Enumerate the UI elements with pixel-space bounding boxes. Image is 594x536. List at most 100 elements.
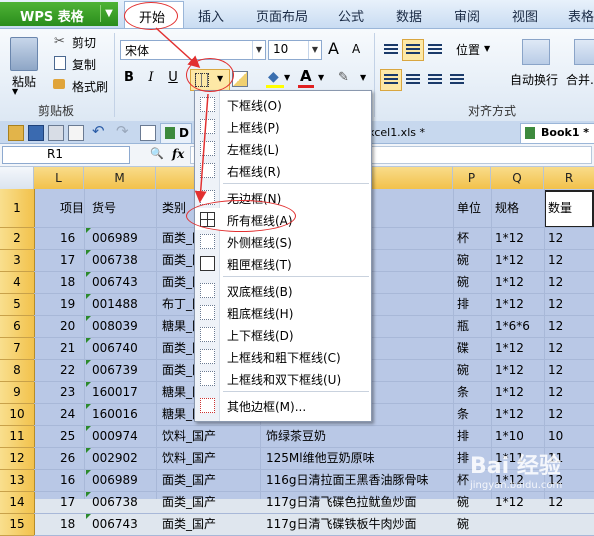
align-right-button[interactable] <box>424 69 446 91</box>
cell-q[interactable]: 1*12 <box>493 250 524 271</box>
copy-button[interactable]: 复制 <box>72 56 96 73</box>
row-header[interactable]: 10 <box>0 404 35 426</box>
cell-d[interactable]: 饰绿茶豆奶 <box>262 426 456 447</box>
cell-q[interactable]: 1*12 <box>493 338 524 359</box>
cell-l[interactable]: 19 <box>48 294 75 315</box>
cell-p[interactable]: 碗 <box>455 514 469 535</box>
cell-l[interactable]: 18 <box>48 272 75 293</box>
column-header-p[interactable]: P <box>453 167 491 189</box>
table-row[interactable]: 25 000974 饮料_国产 饰绿茶豆奶排 1*10 10 <box>34 426 594 448</box>
column-header-m[interactable]: M <box>84 167 156 189</box>
paste-icon[interactable] <box>10 37 38 71</box>
font-color-icon[interactable]: A <box>300 67 312 85</box>
row-header[interactable]: 4 <box>0 272 35 294</box>
chevron-down-icon[interactable]: ▼ <box>284 73 290 82</box>
wps-logo-button[interactable]: WPS 表格 ▼ <box>0 2 118 26</box>
chevron-down-icon[interactable]: ▼ <box>360 73 366 82</box>
cell-p[interactable]: 条 <box>455 404 469 425</box>
table-row[interactable]: 18 006743 面类_国产 117g日清飞碟铁板牛肉炒面碗 <box>34 514 594 536</box>
cell-m[interactable]: 006738 <box>86 250 138 271</box>
tab-formula[interactable]: 公式 <box>338 6 364 25</box>
menu-item-thick-box-border[interactable]: 粗匣框线(T) <box>195 252 371 274</box>
cell-p[interactable]: 碟 <box>455 338 469 359</box>
name-box[interactable]: R1 <box>2 146 130 164</box>
cell-m[interactable]: 006743 <box>86 514 138 535</box>
cell-m[interactable]: 006739 <box>86 360 138 381</box>
cell-p[interactable]: 杯 <box>455 228 469 249</box>
cell-q[interactable]: 1*12 <box>493 272 524 293</box>
cell-l[interactable]: 20 <box>48 316 75 337</box>
cell-l[interactable]: 24 <box>48 404 75 425</box>
chevron-down-icon[interactable]: ▼ <box>252 41 265 59</box>
cell-p[interactable]: 碗 <box>455 360 469 381</box>
menu-item-outside-borders[interactable]: 外侧框线(S) <box>195 230 371 252</box>
menu-item-top-bottom-border[interactable]: 上下框线(D) <box>195 323 371 345</box>
fill-color-icon[interactable]: ◆ <box>268 69 279 85</box>
clear-format-icon[interactable]: ✎ <box>338 70 349 85</box>
open-folder-icon[interactable] <box>8 125 24 141</box>
paste-dropdown-icon[interactable]: ▼ <box>12 87 18 96</box>
cell-p[interactable]: 排 <box>455 294 469 315</box>
print-preview-icon[interactable] <box>68 125 84 141</box>
tab-review[interactable]: 审阅 <box>454 6 480 25</box>
cell-l[interactable]: 22 <box>48 360 75 381</box>
row-header[interactable]: 1 <box>0 189 35 228</box>
app-menu-arrow-icon[interactable]: ▼ <box>100 5 117 22</box>
cell-q[interactable]: 1*12 <box>493 360 524 381</box>
wrap-text-icon[interactable] <box>522 39 550 65</box>
cell-r[interactable]: 12 <box>546 250 563 271</box>
row-header[interactable]: 6 <box>0 316 35 338</box>
merge-button[interactable]: 合并. <box>566 71 594 88</box>
redo-icon[interactable]: ↷ <box>116 122 129 140</box>
cell-p[interactable]: 单位 <box>455 189 481 227</box>
grow-font-button[interactable]: A <box>328 39 339 58</box>
tab-table[interactable]: 表格 <box>568 6 594 25</box>
cell-m[interactable]: 006989 <box>86 228 138 249</box>
cell-d[interactable]: 117g日清飞碟色拉鱿鱼炒面 <box>262 492 456 513</box>
align-top-button[interactable] <box>380 39 402 61</box>
cell-p[interactable]: 瓶 <box>455 316 469 337</box>
cell-d[interactable]: 117g日清飞碟铁板牛肉炒面 <box>262 514 456 535</box>
cell-p[interactable]: 碗 <box>455 250 469 271</box>
cell-r[interactable]: 12 <box>546 404 563 425</box>
tab-page-layout[interactable]: 页面布局 <box>256 6 308 25</box>
align-middle-button[interactable] <box>402 39 424 61</box>
distributed-button[interactable] <box>446 69 468 91</box>
cell-l[interactable]: 18 <box>48 514 75 535</box>
chevron-down-icon[interactable]: ▼ <box>318 73 324 82</box>
cell-p[interactable]: 碗 <box>455 272 469 293</box>
cell-p[interactable]: 杯 <box>455 470 469 491</box>
cell-m[interactable]: 006743 <box>86 272 138 293</box>
cell-l[interactable]: 16 <box>48 228 75 249</box>
cell-r[interactable]: 12 <box>546 228 563 249</box>
cell-l[interactable]: 16 <box>48 470 75 491</box>
undo-icon[interactable]: ↶ <box>92 122 105 140</box>
tab-insert[interactable]: 插入 <box>198 6 224 25</box>
shrink-font-button[interactable]: A <box>352 42 360 56</box>
cell-q[interactable]: 1*12 <box>493 228 524 249</box>
cell-c[interactable]: 饮料_国产 <box>158 448 216 469</box>
row-header[interactable]: 13 <box>0 470 35 492</box>
cell-d[interactable]: 125Ml维他豆奶原味 <box>262 448 456 469</box>
font-size-combo[interactable]: 10 ▼ <box>268 40 322 60</box>
cell-q[interactable]: 1*12 <box>493 404 524 425</box>
row-header[interactable]: 5 <box>0 294 35 316</box>
cell-q[interactable]: 1*12 <box>493 294 524 315</box>
cell-c[interactable]: 面类_国产 <box>158 492 216 513</box>
row-header[interactable]: 2 <box>0 228 35 250</box>
cell-q[interactable]: 1*12 <box>493 382 524 403</box>
cell-r[interactable]: 10 <box>546 426 563 447</box>
cell-r[interactable]: 12 <box>546 294 563 315</box>
cell-l[interactable]: 21 <box>48 338 75 359</box>
print-icon[interactable] <box>48 125 64 141</box>
cell-c[interactable]: 饮料_国产 <box>158 426 216 447</box>
cell-r[interactable]: 12 <box>546 382 563 403</box>
row-header[interactable]: 8 <box>0 360 35 382</box>
align-center-button[interactable] <box>402 69 424 91</box>
cell-q[interactable]: 1*6*6 <box>493 316 530 337</box>
cell-c[interactable]: 面类_国产 <box>158 470 216 491</box>
cell-r[interactable]: 数量 <box>546 189 572 227</box>
tab-view[interactable]: 视图 <box>512 6 538 25</box>
tab-data[interactable]: 数据 <box>396 6 422 25</box>
column-header-l[interactable]: L <box>34 167 84 189</box>
